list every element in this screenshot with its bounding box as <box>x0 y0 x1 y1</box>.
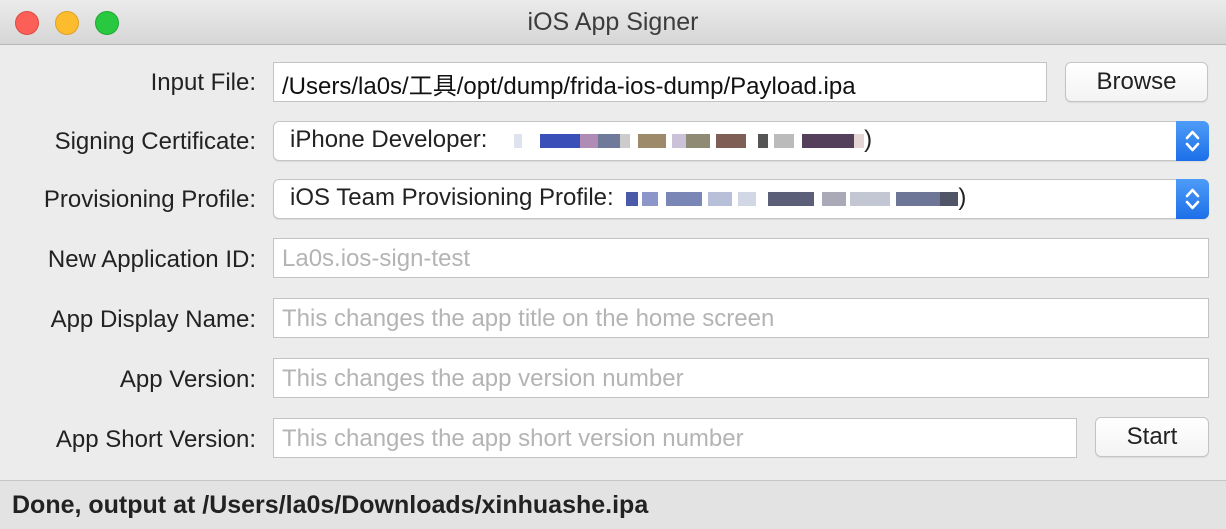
provisioning-profile-label: Provisioning Profile: <box>43 186 256 213</box>
input-file-label: Input File: <box>150 69 256 96</box>
app-display-name-label: App Display Name: <box>50 306 256 333</box>
signing-certificate-label: Signing Certificate: <box>54 128 256 155</box>
provisioning-profile-popup[interactable]: iOS Team Provisioning Profile: ) <box>273 179 1209 219</box>
app-version-label: App Version: <box>119 366 256 393</box>
app-display-name-field[interactable] <box>273 298 1209 338</box>
provisioning-profile-prefix: iOS Team Provisioning Profile: <box>290 184 621 211</box>
new-application-id-input[interactable] <box>274 239 1208 277</box>
popup-arrows-icon <box>1176 121 1209 161</box>
new-application-id-field[interactable] <box>273 238 1209 278</box>
app-window: iOS App Signer Input File: Browse Signin… <box>0 0 1226 529</box>
input-file-field[interactable] <box>273 62 1047 102</box>
new-application-id-label: New Application ID: <box>47 246 256 273</box>
app-short-version-input[interactable] <box>274 419 1076 457</box>
redacted-certificate-name <box>500 133 865 148</box>
redacted-profile-name <box>626 191 959 206</box>
signing-certificate-popup[interactable]: iPhone Developer: ) <box>273 121 1209 161</box>
input-file-input[interactable] <box>274 63 1046 101</box>
provisioning-profile-value: iOS Team Provisioning Profile: ) <box>290 184 966 212</box>
signing-certificate-prefix: iPhone Developer: <box>290 126 495 153</box>
app-short-version-field[interactable] <box>273 418 1077 458</box>
popup-arrows-icon <box>1176 179 1209 219</box>
app-version-field[interactable] <box>273 358 1209 398</box>
status-text: Done, output at /Users/la0s/Downloads/xi… <box>12 491 649 519</box>
app-version-input[interactable] <box>274 359 1208 397</box>
app-display-name-input[interactable] <box>274 299 1208 337</box>
app-short-version-label: App Short Version: <box>55 426 256 453</box>
provisioning-profile-suffix: ) <box>958 184 967 211</box>
window-title: iOS App Signer <box>527 8 699 36</box>
signing-certificate-suffix: ) <box>864 126 873 153</box>
start-button[interactable]: Start <box>1095 417 1209 457</box>
title-bar: iOS App Signer <box>0 0 1226 45</box>
status-bar: Done, output at /Users/la0s/Downloads/xi… <box>0 480 1226 529</box>
browse-button[interactable]: Browse <box>1065 62 1208 102</box>
signing-certificate-value: iPhone Developer: ) <box>290 126 872 154</box>
